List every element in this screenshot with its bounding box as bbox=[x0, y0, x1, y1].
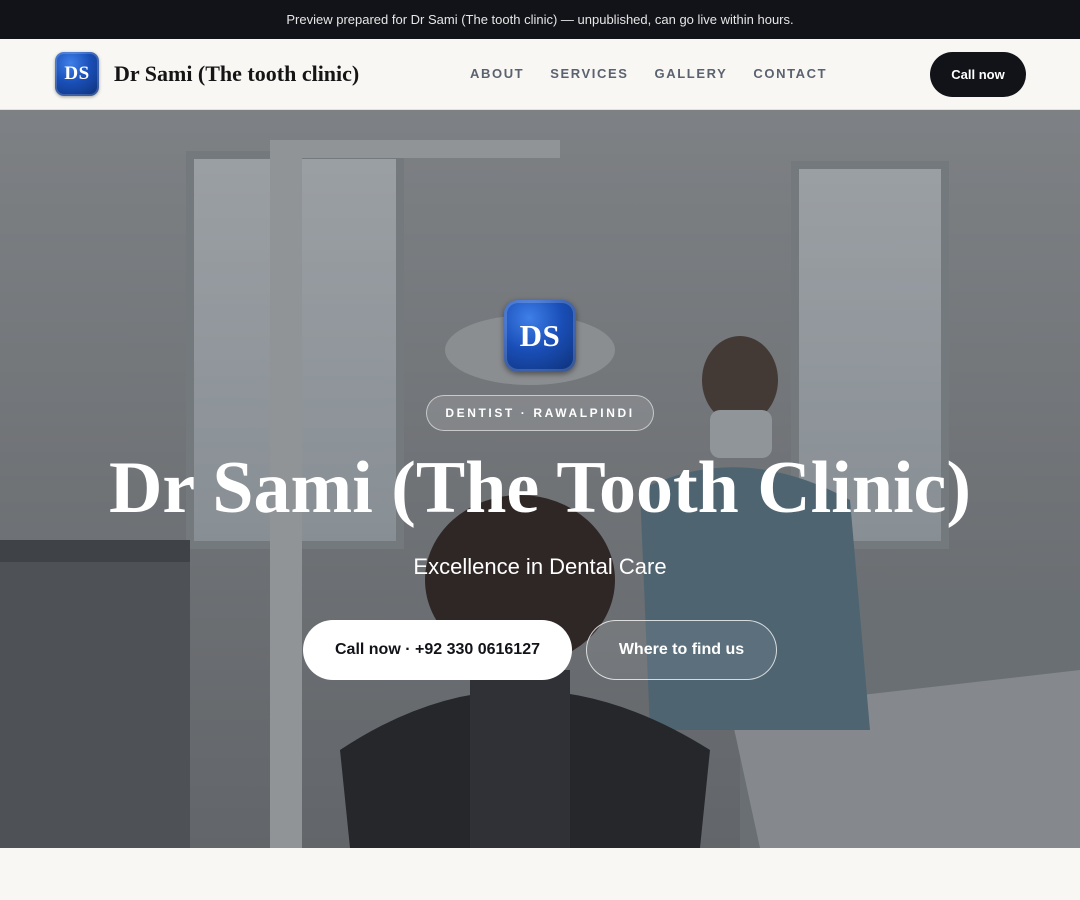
hero-title: Dr Sami (The Tooth Clinic) bbox=[108, 447, 972, 529]
hero-tag: DENTIST · RAWALPINDI bbox=[426, 395, 654, 431]
preview-banner: Preview prepared for Dr Sami (The tooth … bbox=[0, 0, 1080, 39]
nav-link-about[interactable]: ABOUT bbox=[470, 66, 524, 81]
hero-logo: DS bbox=[504, 300, 576, 372]
nav-link-services[interactable]: SERVICES bbox=[550, 66, 628, 81]
hero-section: DS DENTIST · RAWALPINDI Dr Sami (The Too… bbox=[0, 110, 1080, 848]
call-now-button[interactable]: Call now bbox=[930, 52, 1026, 97]
call-phone-button[interactable]: Call now · +92 330 0616127 bbox=[303, 620, 572, 680]
nav-link-gallery[interactable]: GALLERY bbox=[655, 66, 728, 81]
nav-link-contact[interactable]: CONTACT bbox=[753, 66, 827, 81]
brand-name[interactable]: Dr Sami (The tooth clinic) bbox=[114, 61, 359, 87]
hero-subtitle: Excellence in Dental Care bbox=[413, 554, 667, 579]
hero-logo-text: DS bbox=[519, 318, 561, 353]
find-us-button[interactable]: Where to find us bbox=[586, 620, 777, 680]
brand-logo-text: DS bbox=[64, 63, 90, 84]
preview-banner-text: Preview prepared for Dr Sami (The tooth … bbox=[286, 12, 794, 27]
brand-logo[interactable]: DS bbox=[55, 52, 99, 96]
site-header: DS Dr Sami (The tooth clinic) ABOUT SERV… bbox=[0, 39, 1080, 110]
main-nav: ABOUT SERVICES GALLERY CONTACT bbox=[470, 66, 827, 81]
